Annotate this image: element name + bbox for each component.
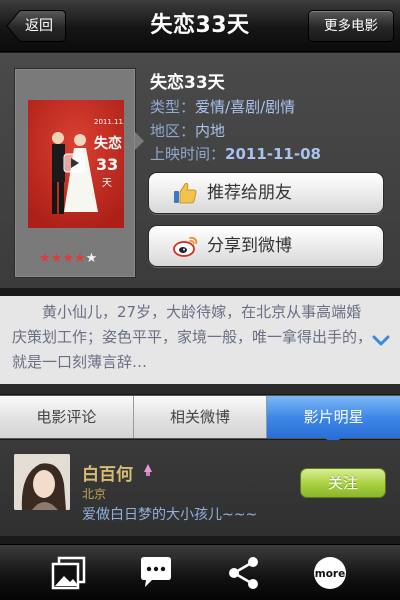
navigation-bar: 返回 失恋33天 更多电影 bbox=[0, 0, 400, 52]
movie-title: 失恋33天 bbox=[150, 73, 225, 93]
movie-poster[interactable]: 2011.11.8 失恋 33 天 bbox=[28, 100, 124, 228]
weibo-icon bbox=[173, 236, 198, 257]
more-icon-label: more bbox=[315, 568, 345, 580]
star-list-item[interactable]: 白百何 北京 爱做白日梦的大小孩儿~~~ 关注 bbox=[0, 440, 400, 536]
female-icon bbox=[144, 464, 152, 476]
region-value: 内地 bbox=[195, 122, 226, 140]
thumbs-up-icon bbox=[174, 182, 197, 204]
star-empty-icon: ★ bbox=[85, 251, 98, 266]
movie-info-panel: 2011.11.8 失恋 33 天 ★★★★★ 失恋33天 类型：爱情/喜剧/剧… bbox=[0, 53, 400, 288]
recommend-label: 推荐给朋友 bbox=[207, 183, 292, 203]
genre-label: 类型： bbox=[150, 98, 196, 116]
release-value: 2011-11-08 bbox=[225, 145, 321, 163]
recommend-button[interactable]: 推荐给朋友 bbox=[148, 172, 384, 214]
movie-synopsis[interactable]: 黄小仙儿，27岁，大龄待嫁，在北京从事高端婚庆策划工作；姿色平平，家境一般，唯一… bbox=[0, 296, 400, 384]
star-bio: 爱做白日梦的大小孩儿~~~ bbox=[82, 507, 258, 523]
star-icon: ★ bbox=[39, 251, 51, 266]
movie-region: 地区：内地 bbox=[150, 120, 225, 141]
tab-movie-reviews[interactable]: 电影评论 bbox=[0, 396, 134, 438]
tab-bar: 电影评论 相关微博 影片明星 bbox=[0, 395, 400, 439]
svg-text:33: 33 bbox=[96, 155, 118, 174]
poster-date: 2011.11.8 bbox=[94, 118, 124, 126]
share-weibo-label: 分享到微博 bbox=[207, 236, 292, 256]
divider bbox=[0, 384, 400, 394]
release-label: 上映时间： bbox=[150, 145, 226, 163]
tab-related-weibo[interactable]: 相关微博 bbox=[133, 396, 268, 438]
star-icon: ★ bbox=[73, 251, 86, 266]
svg-text:天: 天 bbox=[102, 178, 112, 189]
photos-icon[interactable] bbox=[49, 554, 89, 592]
movie-genre: 类型：爱情/喜剧/剧情 bbox=[150, 96, 295, 117]
bottom-toolbar: more bbox=[0, 544, 400, 600]
genre-value: 爱情/喜剧/剧情 bbox=[195, 98, 296, 116]
rating-stars: ★★★★★ bbox=[39, 251, 98, 266]
chevron-down-icon[interactable] bbox=[372, 335, 390, 347]
tab-movie-stars[interactable]: 影片明星 bbox=[267, 396, 400, 438]
star-city: 北京 bbox=[82, 487, 107, 501]
poster-notch bbox=[135, 132, 144, 150]
poster-frame: 2011.11.8 失恋 33 天 ★★★★★ bbox=[14, 68, 136, 278]
follow-button[interactable]: 关注 bbox=[300, 468, 386, 498]
star-icon: ★ bbox=[62, 251, 74, 266]
share-icon[interactable] bbox=[224, 554, 264, 592]
avatar[interactable] bbox=[14, 454, 70, 510]
svg-text:失恋: 失恋 bbox=[94, 135, 122, 152]
region-label: 地区： bbox=[150, 122, 196, 140]
movie-release: 上映时间：2011-11-08 bbox=[150, 143, 321, 164]
more-icon[interactable]: more bbox=[310, 554, 350, 592]
star-icon: ★ bbox=[50, 251, 63, 266]
more-movies-button[interactable]: 更多电影 bbox=[308, 10, 394, 42]
share-weibo-button[interactable]: 分享到微博 bbox=[148, 225, 384, 267]
star-name[interactable]: 白百何 bbox=[82, 460, 133, 485]
comment-icon[interactable] bbox=[136, 554, 176, 592]
